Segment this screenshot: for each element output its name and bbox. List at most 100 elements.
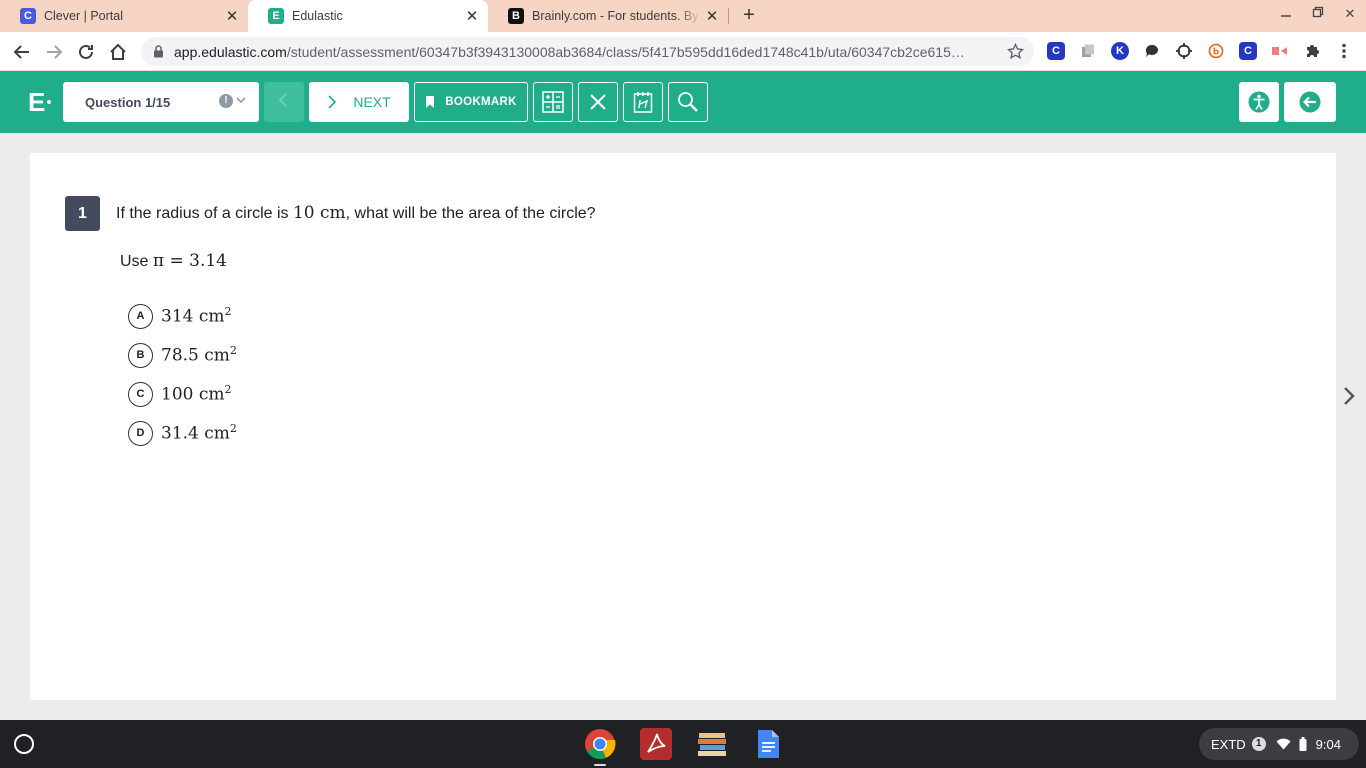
option-letter-badge: C	[128, 381, 153, 407]
orange-extension-icon[interactable]: b	[1207, 42, 1225, 60]
scratchpad-button[interactable]	[623, 82, 663, 122]
k-extension-icon[interactable]: K	[1111, 42, 1129, 60]
exit-button[interactable]	[1284, 82, 1336, 122]
answer-eliminator-button[interactable]	[578, 82, 618, 122]
svg-text:b: b	[1213, 48, 1220, 58]
search-icon	[677, 91, 699, 113]
bookmark-label: BOOKMARK	[445, 96, 517, 108]
books-app-icon[interactable]	[696, 728, 728, 760]
calculator-icon	[542, 91, 564, 113]
next-label: NEXT	[353, 94, 391, 110]
system-tray[interactable]: EXTD 1 9:04	[1199, 728, 1359, 760]
bookmark-icon	[425, 96, 435, 108]
edulastic-logo: E	[28, 87, 47, 117]
running-indicator	[594, 764, 606, 766]
exit-arrow-icon	[1299, 91, 1321, 113]
close-tab-icon[interactable]: ✕	[462, 7, 482, 25]
option-value: 314 cm2	[161, 305, 232, 327]
url-host: app.edulastic.com	[174, 43, 287, 60]
forward-icon[interactable]	[42, 40, 66, 64]
accessibility-button[interactable]	[1239, 82, 1279, 122]
stem-text-after: , what will be the area of the circle?	[345, 205, 596, 222]
launcher-icon[interactable]	[14, 734, 34, 754]
accessibility-icon	[1248, 91, 1270, 113]
option-letter-badge: A	[128, 303, 153, 329]
tab-brainly[interactable]: B Brainly.com - For students. By student…	[488, 0, 728, 32]
assessment-header: E Question 1/15 ! NEXT BOOKMARK	[0, 71, 1366, 133]
docs-app-icon[interactable]	[752, 728, 784, 760]
clever-extension-icon[interactable]: C	[1047, 42, 1065, 60]
back-icon[interactable]	[10, 40, 34, 64]
option-letter-badge: B	[128, 342, 153, 368]
battery-icon	[1299, 737, 1307, 751]
browser-toolbar: app.edulastic.com/student/assessment/603…	[0, 32, 1366, 71]
option-value: 100 cm2	[161, 383, 232, 405]
next-question-chevron-icon[interactable]	[1343, 386, 1355, 411]
tab-separator	[728, 8, 729, 24]
chevron-left-icon	[278, 92, 290, 112]
hint-prefix: Use	[120, 253, 153, 270]
address-bar[interactable]: app.edulastic.com/student/assessment/603…	[141, 37, 1034, 66]
next-button[interactable]: NEXT	[309, 82, 409, 122]
previous-button[interactable]	[264, 82, 304, 122]
chevron-right-icon	[327, 95, 337, 109]
extd-label: EXTD	[1211, 736, 1246, 752]
tab-title: Edulastic	[292, 9, 343, 23]
new-tab-button[interactable]: +	[738, 4, 760, 28]
question-card: 1 If the radius of a circle is 10 cm, wh…	[30, 153, 1336, 700]
chevron-down-icon	[235, 94, 247, 109]
minimize-icon[interactable]	[1276, 6, 1296, 26]
close-window-icon[interactable]: ✕	[1340, 6, 1360, 26]
star-icon[interactable]	[1006, 42, 1025, 63]
close-tab-icon[interactable]: ✕	[222, 7, 242, 25]
close-tab-icon[interactable]: ✕	[702, 7, 722, 25]
home-icon[interactable]	[106, 40, 130, 64]
reader-app-icon[interactable]	[640, 728, 672, 760]
answer-option-c[interactable]: C 100 cm2	[128, 381, 232, 407]
copy-extension-icon[interactable]	[1079, 42, 1097, 60]
magnifier-button[interactable]	[668, 82, 708, 122]
stem-text-before: If the radius of a circle is	[116, 205, 293, 222]
c-extension-icon[interactable]: C	[1239, 42, 1257, 60]
answer-option-b[interactable]: B 78.5 cm2	[128, 342, 237, 368]
option-value: 31.4 cm2	[161, 422, 237, 444]
calculator-button[interactable]	[533, 82, 573, 122]
question-selector[interactable]: Question 1/15 !	[63, 82, 259, 122]
question-number-badge: 1	[65, 196, 100, 231]
question-selector-label: Question 1/15	[85, 94, 171, 110]
option-letter-badge: D	[128, 420, 153, 446]
bookmark-button[interactable]: BOOKMARK	[414, 82, 528, 122]
edulastic-favicon-icon: E	[268, 8, 284, 24]
hint-math: π = 3.14	[152, 251, 227, 271]
wifi-icon	[1276, 738, 1291, 750]
close-x-icon	[588, 92, 608, 112]
chat-extension-icon[interactable]	[1143, 42, 1161, 60]
brainly-favicon-icon: B	[508, 8, 524, 24]
target-extension-icon[interactable]	[1175, 42, 1193, 60]
restore-icon[interactable]	[1308, 6, 1328, 26]
chrome-app-icon[interactable]	[584, 728, 616, 760]
url-path: /student/assessment/60347b3f3943130008ab…	[286, 43, 965, 60]
reload-icon[interactable]	[74, 40, 98, 64]
clock: 9:04	[1315, 736, 1341, 752]
menu-kebab-icon[interactable]	[1335, 42, 1353, 60]
tab-title: Brainly.com - For students. By students	[532, 9, 702, 23]
info-icon: !	[219, 94, 233, 108]
answer-option-a[interactable]: A 314 cm2	[128, 303, 232, 329]
lock-icon	[153, 45, 164, 58]
question-hint: Use π = 3.14	[120, 251, 227, 271]
screencast-extension-icon[interactable]	[1271, 42, 1289, 60]
tab-edulastic[interactable]: E Edulastic ✕	[248, 0, 488, 32]
os-shelf: EXTD 1 9:04	[0, 720, 1366, 768]
scratchpad-icon	[633, 91, 653, 113]
tab-clever[interactable]: C Clever | Portal ✕	[0, 0, 248, 32]
notification-count-badge: 1	[1251, 737, 1266, 751]
question-stem: If the radius of a circle is 10 cm, what…	[116, 203, 596, 223]
tab-title: Clever | Portal	[44, 9, 123, 23]
option-value: 78.5 cm2	[161, 344, 237, 366]
browser-tab-strip: C Clever | Portal ✕ E Edulastic ✕ B Brai…	[0, 0, 1366, 32]
answer-option-d[interactable]: D 31.4 cm2	[128, 420, 237, 446]
clever-favicon-icon: C	[20, 8, 36, 24]
logo-dot	[47, 100, 51, 104]
puzzle-extensions-icon[interactable]	[1303, 42, 1321, 60]
